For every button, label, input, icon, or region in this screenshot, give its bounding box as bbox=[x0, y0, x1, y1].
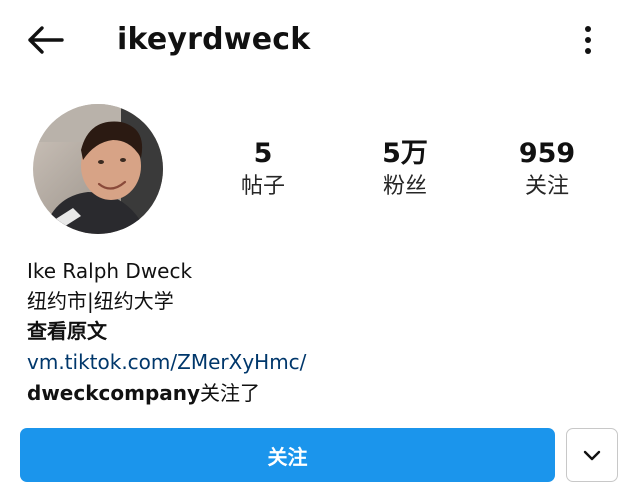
profile-username: ikeyrdweck bbox=[117, 22, 311, 57]
followed-by-suffix: 关注了 bbox=[200, 381, 261, 405]
followed-by-username[interactable]: dweckcompany bbox=[27, 381, 200, 405]
follow-button[interactable]: 关注 bbox=[20, 428, 555, 482]
bio-location: 纽约市|纽约大学 bbox=[27, 289, 174, 313]
avatar[interactable] bbox=[33, 104, 163, 234]
followed-by-text[interactable]: dweckcompany关注了 bbox=[27, 378, 260, 408]
more-options-button[interactable] bbox=[574, 18, 602, 62]
stat-following[interactable]: 959 关注 bbox=[487, 138, 607, 202]
bio-full-name: Ike Ralph Dweck bbox=[27, 259, 193, 283]
stat-posts[interactable]: 5 帖子 bbox=[203, 138, 323, 202]
stat-followers-count: 5万 bbox=[382, 138, 428, 169]
back-button[interactable] bbox=[18, 20, 70, 60]
stat-posts-count: 5 bbox=[253, 138, 273, 169]
follow-button-label: 关注 bbox=[267, 444, 308, 469]
suggested-accounts-dropdown-button[interactable] bbox=[566, 428, 618, 482]
stat-posts-label: 帖子 bbox=[240, 174, 285, 199]
stat-followers[interactable]: 5万 粉丝 bbox=[345, 138, 465, 202]
arrow-left-icon bbox=[28, 26, 64, 54]
vertical-ellipsis-icon bbox=[585, 26, 591, 54]
bio-website-link[interactable]: vm.tiktok.com/ZMerXyHmc/ bbox=[27, 347, 306, 377]
chevron-down-icon bbox=[583, 450, 601, 461]
stat-following-count: 959 bbox=[518, 138, 576, 169]
stat-followers-label: 粉丝 bbox=[382, 174, 427, 199]
profile-photo bbox=[33, 104, 163, 234]
see-translation-link[interactable]: 查看原文 bbox=[27, 316, 107, 346]
stat-following-label: 关注 bbox=[524, 174, 569, 199]
